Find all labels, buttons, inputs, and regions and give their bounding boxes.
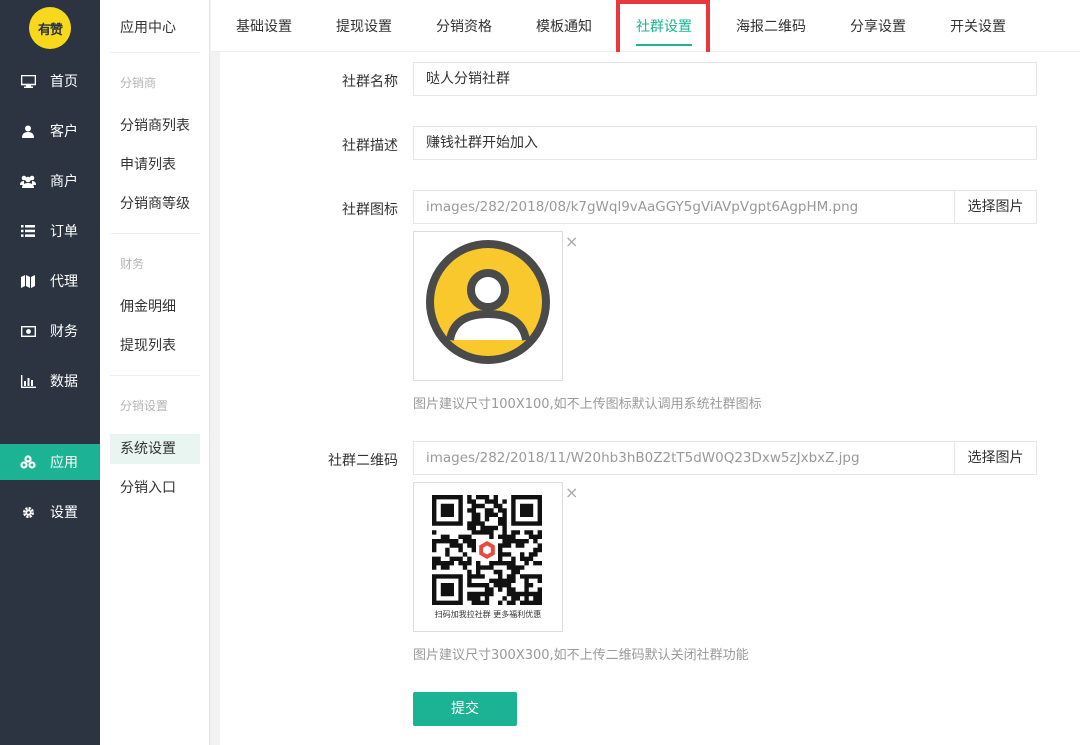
user-icon <box>20 123 36 139</box>
sub-item-application-list[interactable]: 申请列表 <box>110 150 200 180</box>
remove-icon-button[interactable]: × <box>565 232 578 251</box>
group-finance: 财务 <box>120 257 145 271</box>
submit-button[interactable]: 提交 <box>413 692 517 726</box>
nav-label: 首页 <box>50 74 78 90</box>
tab-template-notice[interactable]: 模板通知 <box>536 0 592 52</box>
qrcode-path-input[interactable]: images/282/2018/11/W20hb3hB0Z2tT5dW0Q23D… <box>413 441 955 475</box>
tab-share[interactable]: 分享设置 <box>850 0 906 52</box>
sub-item-withdraw-list[interactable]: 提现列表 <box>110 331 200 361</box>
community-icon-label: 社群图标 <box>342 202 398 218</box>
map-icon <box>20 273 36 289</box>
icon-preview <box>413 231 563 381</box>
apps-icon <box>20 454 36 470</box>
divider <box>110 52 200 53</box>
nav-label: 商户 <box>50 174 78 190</box>
avatar-icon <box>426 240 550 364</box>
tab-basic[interactable]: 基础设置 <box>236 0 292 52</box>
users-icon <box>20 173 36 189</box>
nav-label: 财务 <box>50 324 78 340</box>
nav-agents[interactable]: 代理 <box>0 263 100 299</box>
sub-item-commission[interactable]: 佣金明细 <box>110 292 200 322</box>
qrcode-hint: 图片建议尺寸300X300,如不上传二维码默认关闭社群功能 <box>413 648 749 663</box>
qrcode-image <box>432 495 542 605</box>
nav-label: 应用 <box>50 455 78 471</box>
community-desc-label: 社群描述 <box>342 138 398 154</box>
select-icon-button[interactable]: 选择图片 <box>955 190 1037 224</box>
monitor-icon <box>20 73 36 89</box>
tab-switch[interactable]: 开关设置 <box>950 0 1006 52</box>
tab-withdraw[interactable]: 提现设置 <box>336 0 392 52</box>
nav-data[interactable]: 数据 <box>0 363 100 399</box>
money-icon <box>20 323 36 339</box>
sub-item-distributor-level[interactable]: 分销商等级 <box>110 189 200 219</box>
icon-path-input[interactable]: images/282/2018/08/k7gWql9vAaGGY5gViAVpV… <box>413 190 955 224</box>
sub-sidebar-title: 应用中心 <box>120 20 176 36</box>
nav-merchants[interactable]: 商户 <box>0 163 100 199</box>
nav-customers[interactable]: 客户 <box>0 113 100 149</box>
main-sidebar: 有赞 首页 客户 商户 订单 代理 财务 数据 应用 设置 <box>0 0 100 745</box>
community-name-input[interactable]: 哒人分销社群 <box>413 62 1037 96</box>
select-qrcode-button[interactable]: 选择图片 <box>955 441 1037 475</box>
bar-chart-icon <box>20 373 36 389</box>
icon-hint: 图片建议尺寸100X100,如不上传图标默认调用系统社群图标 <box>413 397 762 412</box>
group-distributors: 分销商 <box>120 76 157 90</box>
community-qrcode-label: 社群二维码 <box>328 453 398 469</box>
nav-apps[interactable]: 应用 <box>0 444 100 480</box>
nav-label: 数据 <box>50 374 78 390</box>
sub-item-distribution-entry[interactable]: 分销入口 <box>110 473 200 503</box>
community-desc-input[interactable]: 赚钱社群开始加入 <box>413 126 1037 160</box>
community-settings-form: 社群名称 哒人分销社群 社群描述 赚钱社群开始加入 社群图标 images/28… <box>220 52 1080 745</box>
qrcode-caption: 扫码加我拉社群 更多福利优惠 <box>434 610 542 619</box>
remove-qrcode-button[interactable]: × <box>565 483 578 502</box>
nav-settings[interactable]: 设置 <box>0 494 100 530</box>
gutter <box>210 52 220 745</box>
sub-item-system-settings[interactable]: 系统设置 <box>110 434 200 464</box>
divider <box>110 375 200 376</box>
sub-sidebar: 应用中心 分销商 分销商列表 申请列表 分销商等级 财务 佣金明细 提现列表 分… <box>100 0 210 745</box>
logo-text: 有赞 <box>37 22 63 38</box>
nav-label: 设置 <box>50 505 78 521</box>
nav-finance[interactable]: 财务 <box>0 313 100 349</box>
nav-orders[interactable]: 订单 <box>0 213 100 249</box>
group-distribution-settings: 分销设置 <box>120 399 169 413</box>
nav-label: 客户 <box>50 124 78 140</box>
brand-logo[interactable]: 有赞 <box>29 7 71 49</box>
list-icon <box>20 223 36 239</box>
tab-qualification[interactable]: 分销资格 <box>436 0 492 52</box>
qrcode-preview: 扫码加我拉社群 更多福利优惠 <box>413 482 563 632</box>
sub-item-distributor-list[interactable]: 分销商列表 <box>110 111 200 141</box>
nav-label: 代理 <box>50 274 78 290</box>
nav-home[interactable]: 首页 <box>0 63 100 99</box>
gear-icon <box>20 504 36 520</box>
community-name-label: 社群名称 <box>342 74 398 90</box>
divider <box>110 233 200 234</box>
nav-label: 订单 <box>50 224 78 240</box>
tab-poster-qrcode[interactable]: 海报二维码 <box>736 0 806 52</box>
